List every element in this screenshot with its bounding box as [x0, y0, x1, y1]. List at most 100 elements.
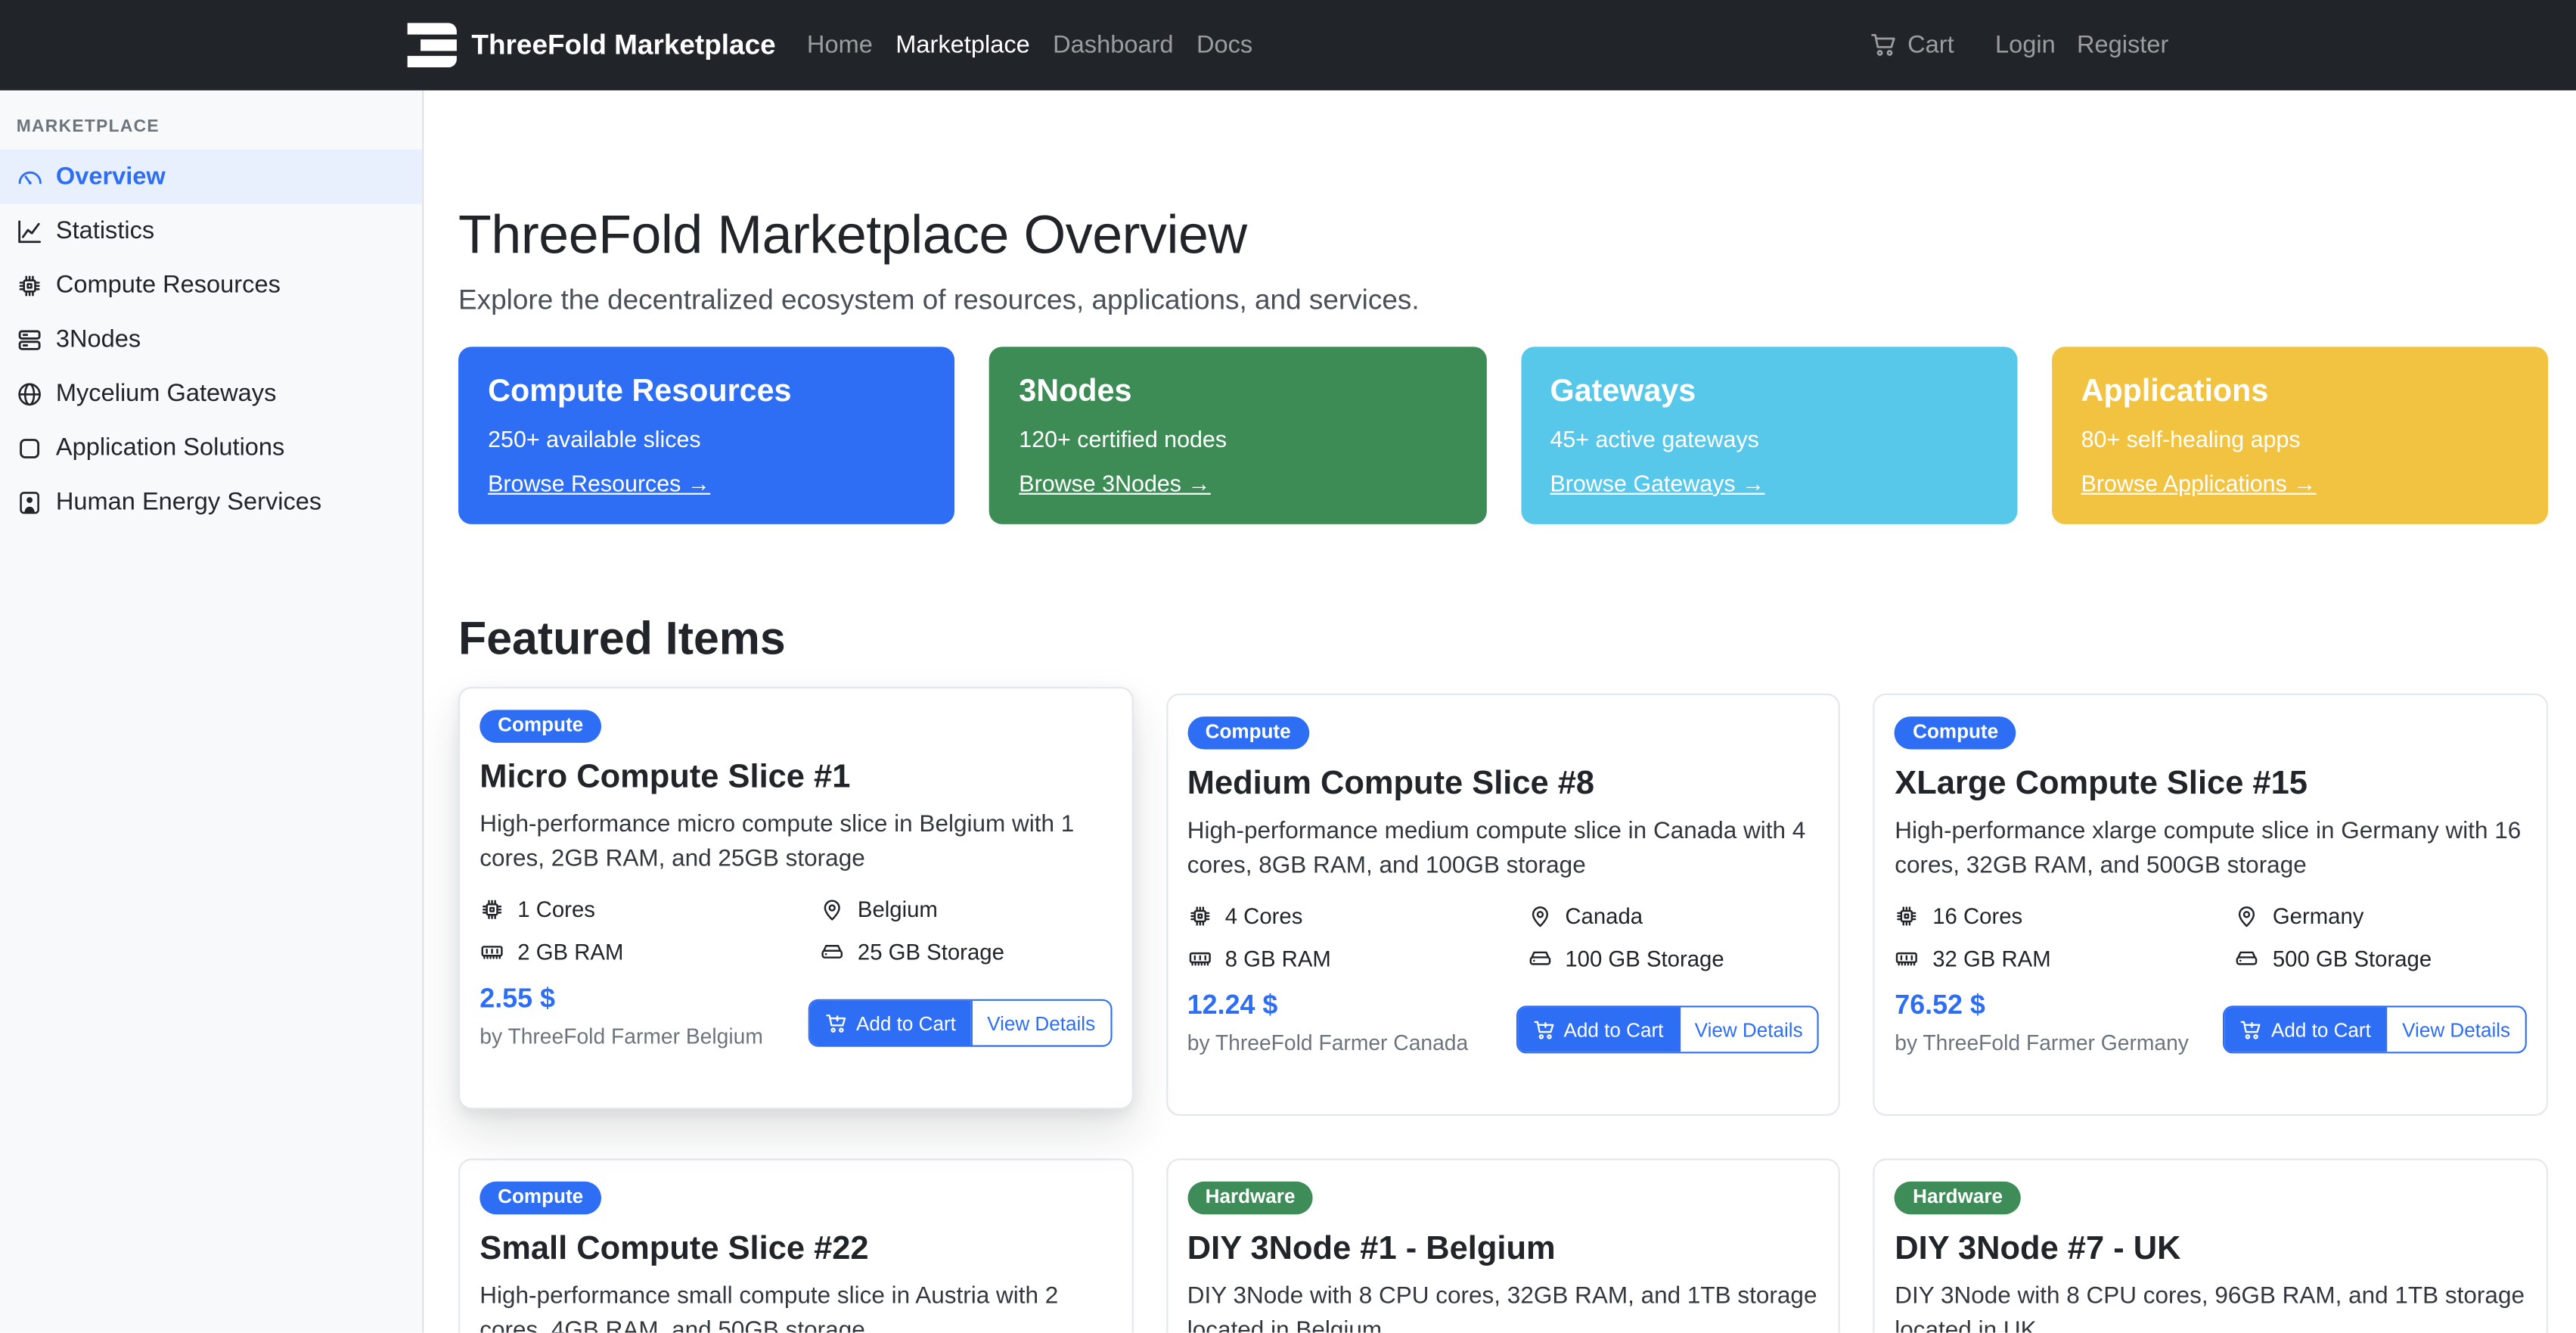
item-description: High-performance medium compute slice in…	[1187, 815, 1820, 884]
item-title: DIY 3Node #1 - Belgium	[1187, 1229, 1556, 1269]
spec-storage: 100 GB Storage	[1527, 946, 1819, 971]
spec-location: Canada	[1527, 903, 1819, 928]
spec-cores: 1 Cores	[480, 896, 820, 921]
brand-title: ThreeFold Marketplace	[471, 29, 775, 61]
cart-plus-icon	[825, 1012, 848, 1035]
category-badge: Compute	[1187, 717, 1309, 749]
sidebar-item-human-energy-services[interactable]: Human Energy Services	[0, 475, 422, 530]
page-subtitle: Explore the decentralized ecosystem of r…	[458, 282, 2548, 317]
storage-icon	[2235, 946, 2260, 971]
seller: by ThreeFold Farmer Canada	[1187, 1031, 1468, 1056]
spec-ram: 8 GB RAM	[1187, 946, 1528, 971]
spec-list: 4 Cores Canada 8 GB RAM 100 GB Storage	[1187, 903, 1820, 971]
person-badge-icon	[17, 489, 43, 515]
sidebar-item-application-solutions[interactable]: Application Solutions	[0, 421, 422, 475]
add-to-cart-label: Add to Cart	[856, 1012, 956, 1035]
item-description: DIY 3Node with 8 CPU cores, 96GB RAM, an…	[1895, 1279, 2527, 1332]
item-description: High-performance xlarge compute slice in…	[1895, 815, 2527, 884]
browse-3nodes-link[interactable]: Browse 3Nodes →	[1019, 470, 1211, 496]
category-badge: Hardware	[1895, 1182, 2021, 1214]
spec-storage: 25 GB Storage	[820, 940, 1112, 965]
globe-icon	[17, 381, 43, 407]
category-badge: Hardware	[1187, 1182, 1314, 1214]
category-title: 3Nodes	[1019, 374, 1131, 411]
featured-item-card: Compute Small Compute Slice #22 High-per…	[458, 1159, 1133, 1332]
featured-heading: Featured Items	[458, 611, 2548, 666]
category-card-3nodes: 3Nodes 120+ certified nodes Browse 3Node…	[989, 346, 1486, 524]
spec-value: Canada	[1565, 903, 1643, 928]
nav-link-dashboard[interactable]: Dashboard	[1053, 31, 1173, 59]
sidebar-item-label: Application Solutions	[56, 433, 285, 461]
spec-value: 25 GB Storage	[858, 940, 1004, 965]
sidebar-item-mycelium-gateways[interactable]: Mycelium Gateways	[0, 366, 422, 421]
spec-cores: 16 Cores	[1895, 903, 2235, 928]
brand-link[interactable]: ThreeFold Marketplace	[408, 22, 776, 68]
threefold-logo-icon	[408, 22, 457, 68]
item-footer: 12.24 $ by ThreeFold Farmer Canada Add t…	[1187, 992, 1820, 1056]
sidebar-item-statistics[interactable]: Statistics	[0, 204, 422, 258]
location-pin-icon	[820, 896, 845, 921]
cart-icon	[1870, 31, 1898, 59]
featured-item-card: Compute Medium Compute Slice #8 High-per…	[1166, 694, 1841, 1117]
featured-item-card: Compute Micro Compute Slice #1 High-perf…	[458, 688, 1133, 1110]
add-to-cart-button[interactable]: Add to Cart	[1518, 1008, 1678, 1053]
location-pin-icon	[2235, 903, 2260, 928]
nav-link-home[interactable]: Home	[807, 31, 873, 59]
top-navbar: ThreeFold Marketplace Home Marketplace D…	[0, 0, 2576, 90]
view-details-button[interactable]: View Details	[1678, 1008, 1817, 1053]
spec-ram: 32 GB RAM	[1895, 946, 2235, 971]
view-details-button[interactable]: View Details	[970, 1002, 1110, 1046]
cart-link[interactable]: Cart	[1870, 31, 1954, 59]
category-title: Gateways	[1550, 374, 1696, 411]
spec-list: 1 Cores Belgium 2 GB RAM 25 GB Storage	[480, 896, 1112, 964]
browse-resources-link[interactable]: Browse Resources →	[488, 470, 710, 496]
sidebar-item-3nodes[interactable]: 3Nodes	[0, 312, 422, 367]
spec-value: 1 Cores	[517, 896, 595, 921]
spec-ram: 2 GB RAM	[480, 940, 820, 965]
add-to-cart-label: Add to Cart	[2271, 1019, 2371, 1042]
spec-list: 16 Cores Germany 32 GB RAM 500 GB Storag…	[1895, 903, 2527, 971]
item-footer: 2.55 $ by ThreeFold Farmer Belgium Add t…	[480, 985, 1112, 1049]
category-stat: 250+ available slices	[488, 425, 701, 452]
nav-right-group: Cart Login Register	[1870, 31, 2168, 59]
cpu-icon	[1895, 903, 1920, 928]
cart-label: Cart	[1907, 31, 1954, 59]
sidebar-item-label: Compute Resources	[56, 271, 281, 299]
cpu-icon	[480, 896, 504, 921]
register-link[interactable]: Register	[2077, 31, 2168, 59]
nav-link-marketplace[interactable]: Marketplace	[895, 31, 1029, 59]
cart-plus-icon	[1532, 1019, 1555, 1042]
seller: by ThreeFold Farmer Belgium	[480, 1024, 763, 1049]
sidebar-item-label: 3Nodes	[56, 325, 141, 353]
login-link[interactable]: Login	[1995, 31, 2056, 59]
category-badge: Compute	[480, 1182, 601, 1214]
graph-icon	[17, 218, 43, 244]
browse-gateways-link[interactable]: Browse Gateways →	[1550, 470, 1764, 496]
add-to-cart-button[interactable]: Add to Cart	[2225, 1008, 2385, 1053]
spec-storage: 500 GB Storage	[2235, 946, 2527, 971]
seller: by ThreeFold Farmer Germany	[1895, 1031, 2189, 1056]
add-to-cart-button[interactable]: Add to Cart	[810, 1002, 970, 1046]
spec-value: 8 GB RAM	[1225, 946, 1331, 971]
add-to-cart-label: Add to Cart	[1564, 1019, 1664, 1042]
browse-applications-link[interactable]: Browse Applications →	[2081, 470, 2317, 496]
sidebar-item-compute-resources[interactable]: Compute Resources	[0, 258, 422, 312]
featured-item-card: Hardware DIY 3Node #7 - UK DIY 3Node wit…	[1873, 1159, 2548, 1332]
ram-icon	[1187, 946, 1212, 971]
item-title: Micro Compute Slice #1	[480, 757, 850, 798]
sidebar-item-overview[interactable]: Overview	[0, 150, 422, 204]
spec-value: 2 GB RAM	[517, 940, 623, 965]
view-details-button[interactable]: View Details	[2385, 1008, 2525, 1053]
item-footer: 76.52 $ by ThreeFold Farmer Germany Add …	[1895, 992, 2527, 1056]
price: 12.24 $	[1187, 992, 1468, 1023]
item-button-group: Add to Cart View Details	[1516, 1006, 1820, 1054]
item-title: XLarge Compute Slice #15	[1895, 763, 2308, 804]
nav-link-docs[interactable]: Docs	[1196, 31, 1252, 59]
category-stat: 45+ active gateways	[1550, 425, 1758, 452]
category-card-gateways: Gateways 45+ active gateways Browse Gate…	[1520, 346, 2017, 524]
item-description: High-performance small compute slice in …	[480, 1279, 1112, 1332]
price: 2.55 $	[480, 985, 763, 1016]
category-title: Compute Resources	[488, 374, 791, 411]
ram-icon	[1895, 946, 1920, 971]
price: 76.52 $	[1895, 992, 2189, 1023]
